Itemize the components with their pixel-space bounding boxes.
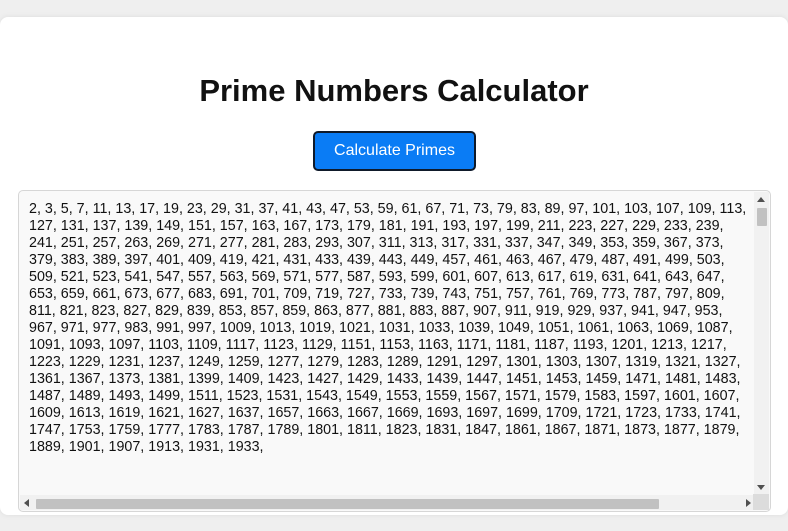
horizontal-scroll-thumb[interactable] bbox=[36, 499, 659, 509]
scroll-up-icon[interactable] bbox=[757, 197, 765, 202]
scroll-down-icon[interactable] bbox=[757, 485, 765, 490]
calculate-primes-button[interactable]: Calculate Primes bbox=[313, 131, 476, 171]
scroll-left-icon[interactable] bbox=[24, 499, 29, 507]
primes-list-text: 2, 3, 5, 7, 11, 13, 17, 19, 23, 29, 31, … bbox=[29, 201, 747, 455]
main-card: Prime Numbers Calculator Calculate Prime… bbox=[0, 17, 788, 515]
vertical-scrollbar[interactable] bbox=[754, 192, 769, 495]
vertical-scroll-thumb[interactable] bbox=[757, 208, 767, 226]
scrollbar-corner bbox=[753, 494, 769, 510]
scroll-right-icon[interactable] bbox=[746, 499, 751, 507]
primes-output-area[interactable]: 2, 3, 5, 7, 11, 13, 17, 19, 23, 29, 31, … bbox=[18, 190, 771, 512]
page-title: Prime Numbers Calculator bbox=[199, 73, 589, 108]
horizontal-scrollbar[interactable] bbox=[20, 495, 755, 510]
